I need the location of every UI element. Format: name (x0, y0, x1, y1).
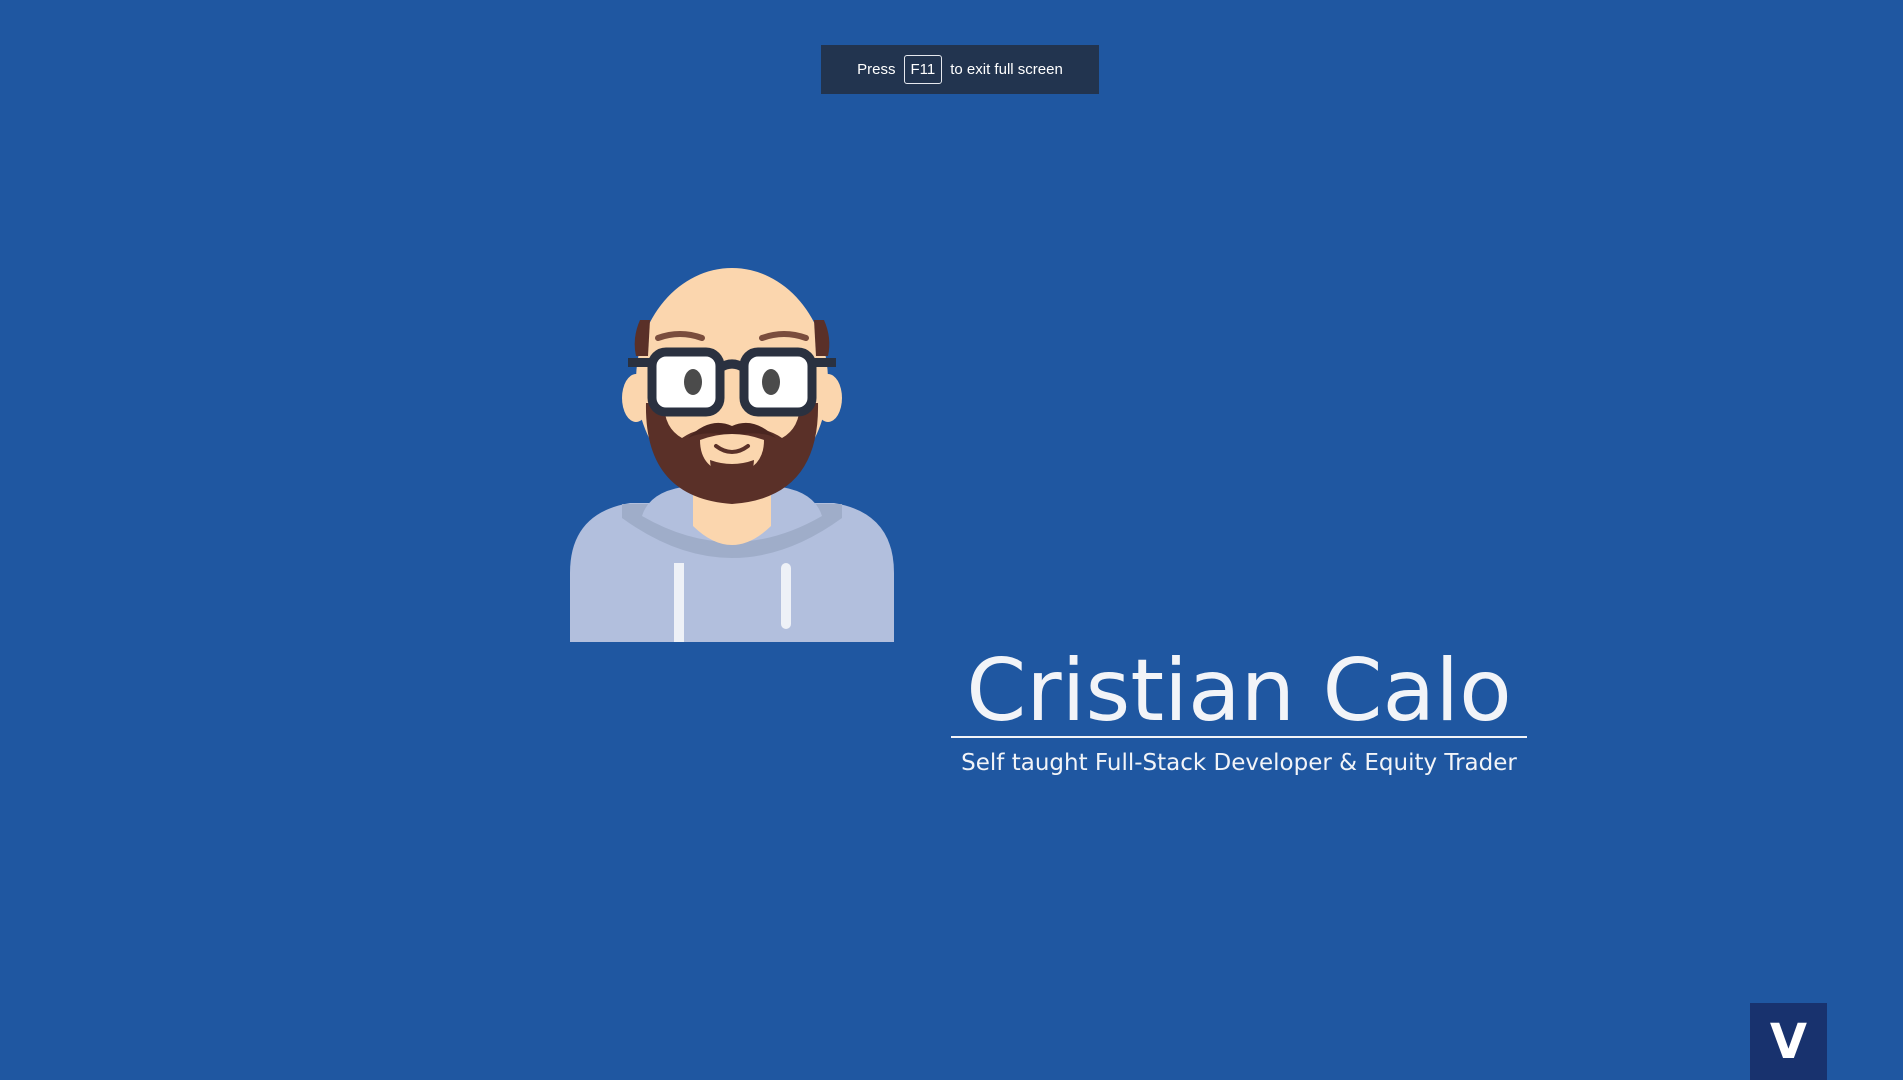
profile-tagline: Self taught Full-Stack Developer & Equit… (961, 750, 1517, 776)
avatar-icon (570, 268, 894, 642)
fullscreen-hint-key: F11 (903, 55, 943, 84)
avatar (570, 268, 894, 642)
page-background: Press F11 to exit full screen Cristian C… (0, 0, 1903, 1080)
fullscreen-hint-prefix: Press (857, 61, 896, 78)
fullscreen-hint-suffix: to exit full screen (950, 61, 1063, 78)
profile-name: Cristian Calo (951, 648, 1527, 738)
fullscreen-hint-toast: Press F11 to exit full screen (821, 45, 1099, 94)
corner-badge[interactable]: V (1750, 1003, 1827, 1080)
profile-heading: Cristian Calo Self taught Full-Stack Dev… (951, 648, 1527, 776)
